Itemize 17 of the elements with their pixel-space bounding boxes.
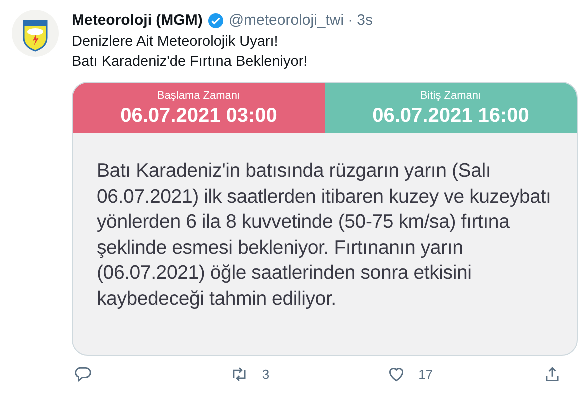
tweet-text-line: Denizlere Ait Meteorolojik Uyarı! bbox=[72, 33, 280, 52]
separator: · bbox=[348, 11, 354, 31]
panel-value: 06.07.2021 16:00 bbox=[372, 104, 530, 129]
panel-value: 06.07.2021 03:00 bbox=[120, 104, 278, 129]
warning-text: Batı Karadeniz'in batısında rüzgarın yarın (Salı 06.07.2021) ilk saatlerden itibaren kuzey ve kuzeybatı yönlerden 6 ila 8 kuvvetinde (50-75 km/sa) fırtına şeklinde esmesi bekleniyor. Fırtınanın yarın (06.07.2021) öğle saatlerinden sonra etkisini kaybedeceği tahmin ediliyor. bbox=[96, 159, 552, 312]
action-count: 3 bbox=[262, 366, 270, 384]
panel-label: Başlama Zamanı bbox=[157, 90, 241, 103]
timestamp[interactable]: 3s bbox=[357, 11, 373, 31]
image-card[interactable] bbox=[72, 82, 578, 356]
action-count: 17 bbox=[418, 366, 434, 384]
author-handle[interactable]: @meteoroloji_twi bbox=[228, 11, 344, 31]
tweet-text-line: Batı Karadeniz'de Fırtına Bekleniyor! bbox=[72, 53, 309, 72]
reply-icon[interactable] bbox=[74, 365, 93, 384]
heart-icon[interactable] bbox=[386, 365, 406, 384]
author-name[interactable]: Meteoroloji (MGM) bbox=[72, 11, 203, 31]
avatar-logo[interactable] bbox=[12, 10, 59, 57]
panel-label: Bitiş Zamanı bbox=[420, 90, 482, 103]
